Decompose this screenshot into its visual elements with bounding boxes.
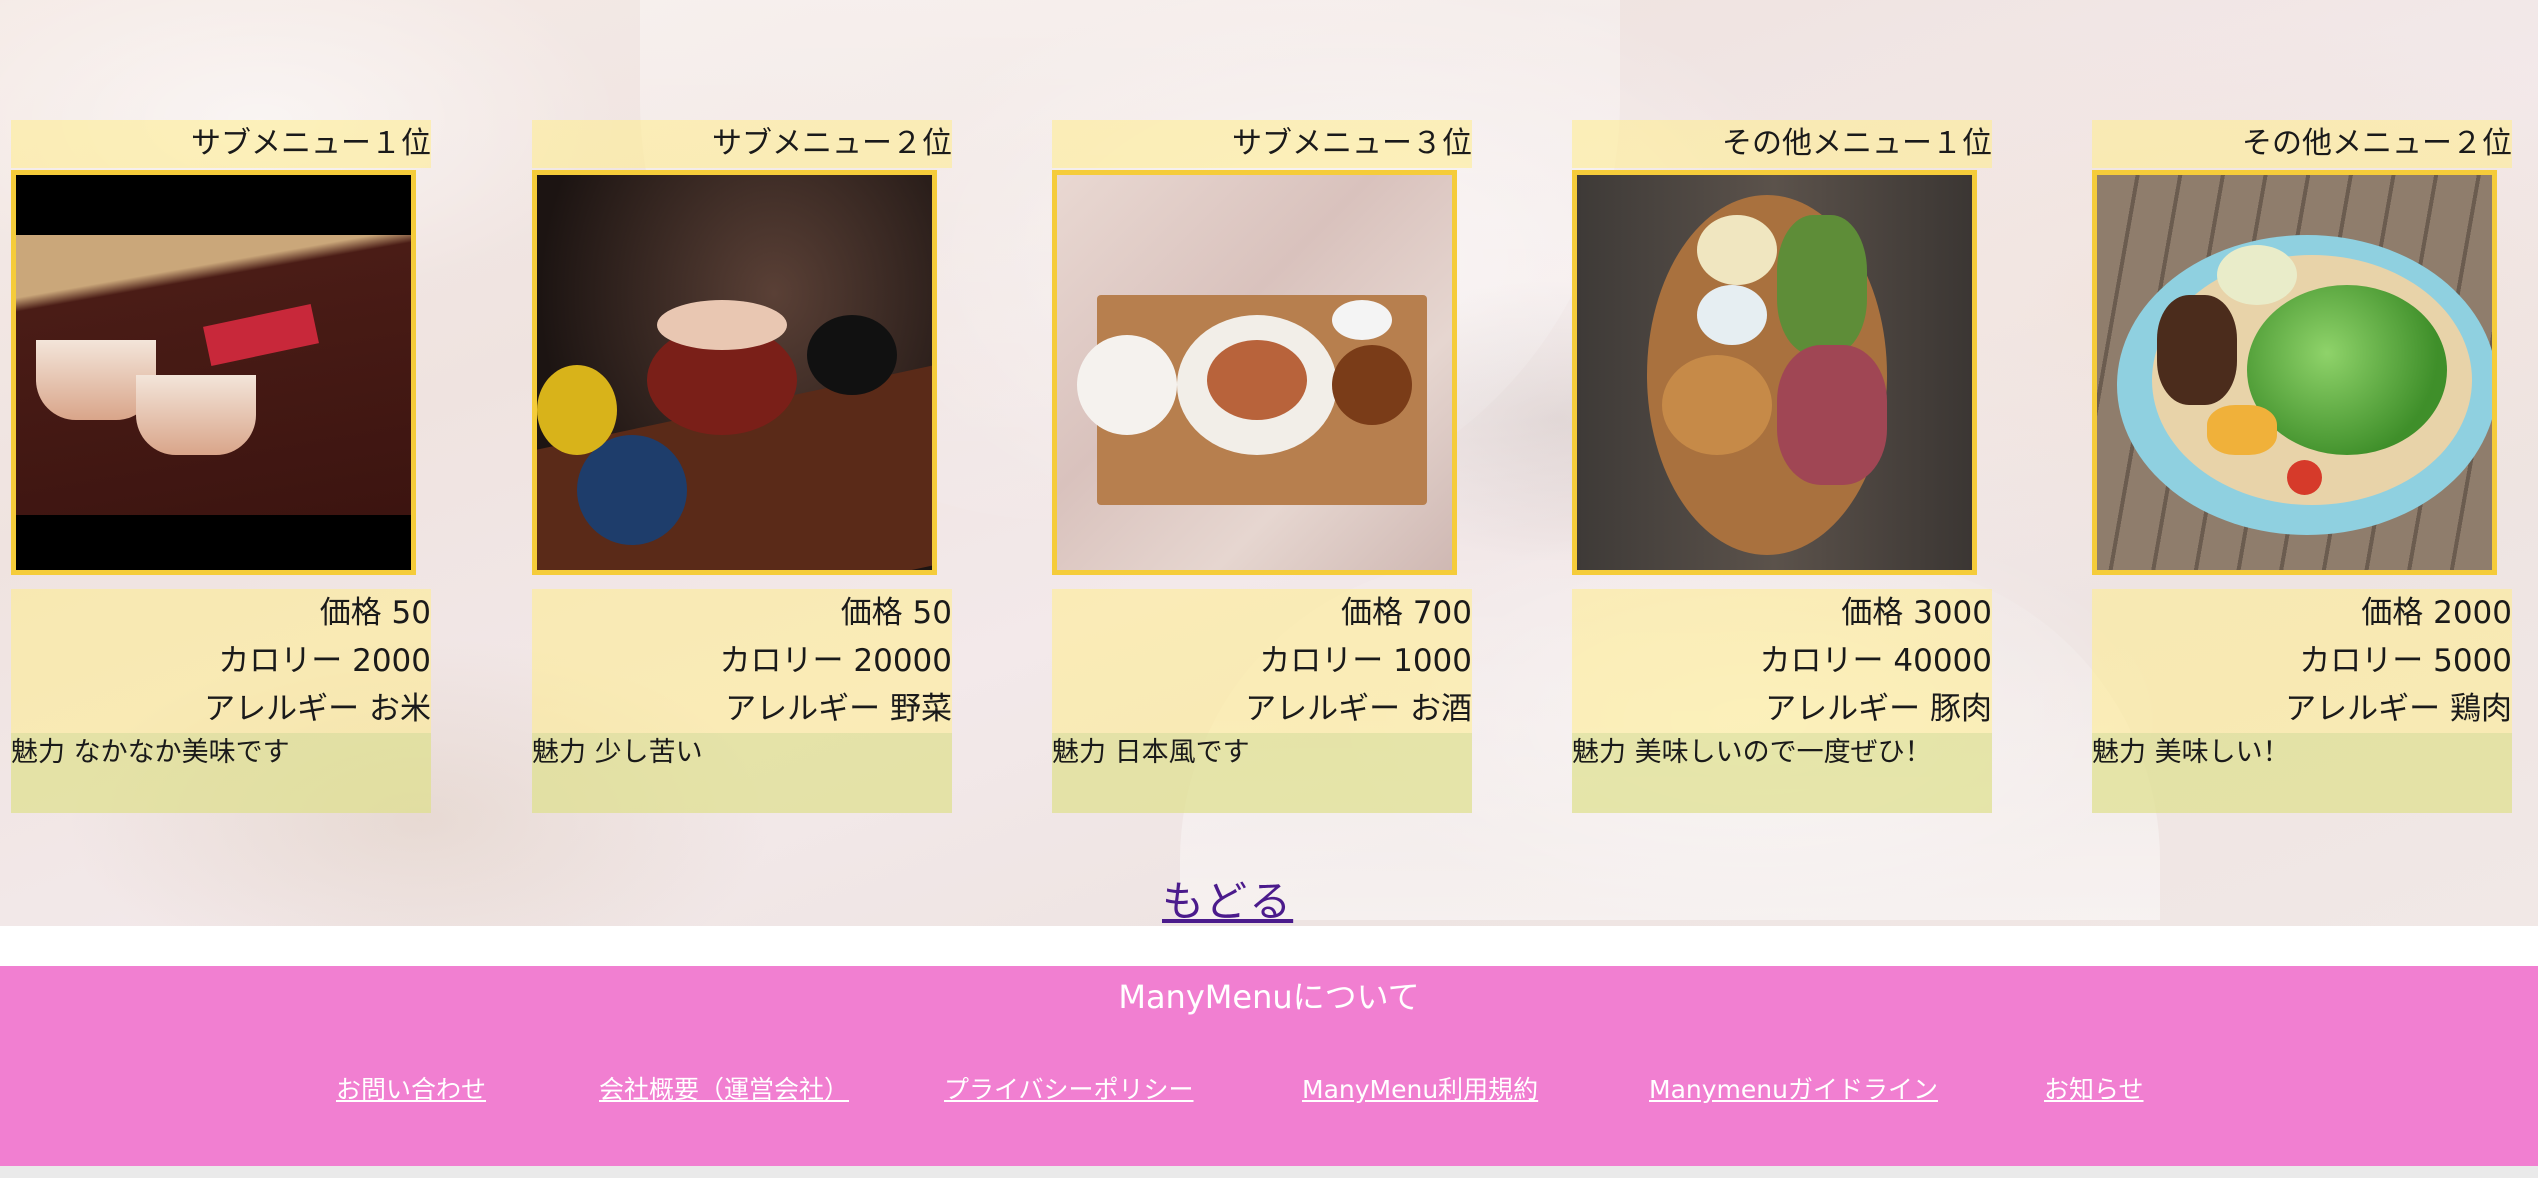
menu-card: その他メニュー１位 価格 3000 カロリー 40000 アレルギー 豚肉 魅力… [1572, 120, 1992, 813]
japanese-set-meal-photo [1057, 175, 1452, 570]
footer: ManyMenuについて お問い合わせ 会社概要（運営会社） プライバシーポリシ… [0, 966, 2538, 1166]
footer-link-privacy[interactable]: プライバシーポリシー [944, 1070, 1194, 1106]
menu-calorie: カロリー 2000 [218, 643, 431, 679]
page-bottom-strip [0, 1166, 2538, 1178]
menu-calorie: カロリー 20000 [719, 643, 952, 679]
menu-price: 価格 50 [319, 595, 431, 631]
menu-info: 価格 2000 カロリー 5000 アレルギー 鶏肉 [2092, 589, 2512, 733]
meat-platter-photo [1577, 175, 1972, 570]
menu-charm: 魅力 美味しいので一度ぜひ！ [1572, 733, 1992, 813]
menu-allergy: アレルギー お米 [204, 691, 431, 727]
menu-photo[interactable] [532, 170, 937, 575]
menu-rank: サブメニュー１位 [11, 120, 431, 168]
footer-link-guideline[interactable]: Manymenuガイドライン [1649, 1070, 1938, 1106]
menu-price: 価格 2000 [2361, 595, 2512, 631]
menu-card: サブメニュー１位 価格 50 カロリー 2000 アレルギー お米 魅力 なかな… [11, 120, 431, 813]
menu-rank: その他メニュー１位 [1572, 120, 1992, 168]
menu-photo[interactable] [1572, 170, 1977, 575]
footer-link-terms[interactable]: ManyMenu利用規約 [1302, 1070, 1538, 1106]
footer-title: ManyMenuについて [1118, 978, 1420, 1016]
salad-plate-photo [2097, 175, 2492, 570]
menu-price: 価格 3000 [1841, 595, 1992, 631]
menu-charm: 魅力 なかなか美味です [11, 733, 431, 813]
menu-allergy: アレルギー お酒 [1245, 691, 1472, 727]
menu-info: 価格 3000 カロリー 40000 アレルギー 豚肉 [1572, 589, 1992, 733]
drinks-photo [16, 175, 411, 570]
menu-info: 価格 50 カロリー 2000 アレルギー お米 [11, 589, 431, 733]
menu-charm: 魅力 少し苦い [532, 733, 952, 813]
menu-rank: サブメニュー２位 [532, 120, 952, 168]
seafood-bowl-photo [537, 175, 932, 570]
menu-rank: その他メニュー２位 [2092, 120, 2512, 168]
menu-card: サブメニュー３位 価格 700 カロリー 1000 アレルギー お酒 魅力 日本… [1052, 120, 1472, 813]
menu-rank: サブメニュー３位 [1052, 120, 1472, 168]
menu-allergy: アレルギー 野菜 [725, 691, 952, 727]
menu-allergy: アレルギー 鶏肉 [2285, 691, 2512, 727]
menu-price: 価格 50 [840, 595, 952, 631]
menu-photo[interactable] [11, 170, 416, 575]
menu-card: サブメニュー２位 価格 50 カロリー 20000 アレルギー 野菜 魅力 少し… [532, 120, 952, 813]
menu-photo[interactable] [1052, 170, 1457, 575]
menu-info: 価格 700 カロリー 1000 アレルギー お酒 [1052, 589, 1472, 733]
menu-allergy: アレルギー 豚肉 [1765, 691, 1992, 727]
footer-link-news[interactable]: お知らせ [2044, 1070, 2144, 1106]
menu-price: 価格 700 [1340, 595, 1472, 631]
menu-charm: 魅力 美味しい！ [2092, 733, 2512, 813]
footer-link-contact[interactable]: お問い合わせ [336, 1070, 486, 1106]
menu-calorie: カロリー 5000 [2299, 643, 2512, 679]
menu-calorie: カロリー 1000 [1259, 643, 1472, 679]
footer-link-company[interactable]: 会社概要（運営会社） [599, 1070, 849, 1106]
menu-info: 価格 50 カロリー 20000 アレルギー 野菜 [532, 589, 952, 733]
menu-card: その他メニュー２位 価格 2000 カロリー 5000 アレルギー 鶏肉 魅力 … [2092, 120, 2512, 813]
menu-charm: 魅力 日本風です [1052, 733, 1472, 813]
back-link[interactable]: もどる [1162, 868, 1293, 929]
menu-photo[interactable] [2092, 170, 2497, 575]
menu-calorie: カロリー 40000 [1759, 643, 1992, 679]
